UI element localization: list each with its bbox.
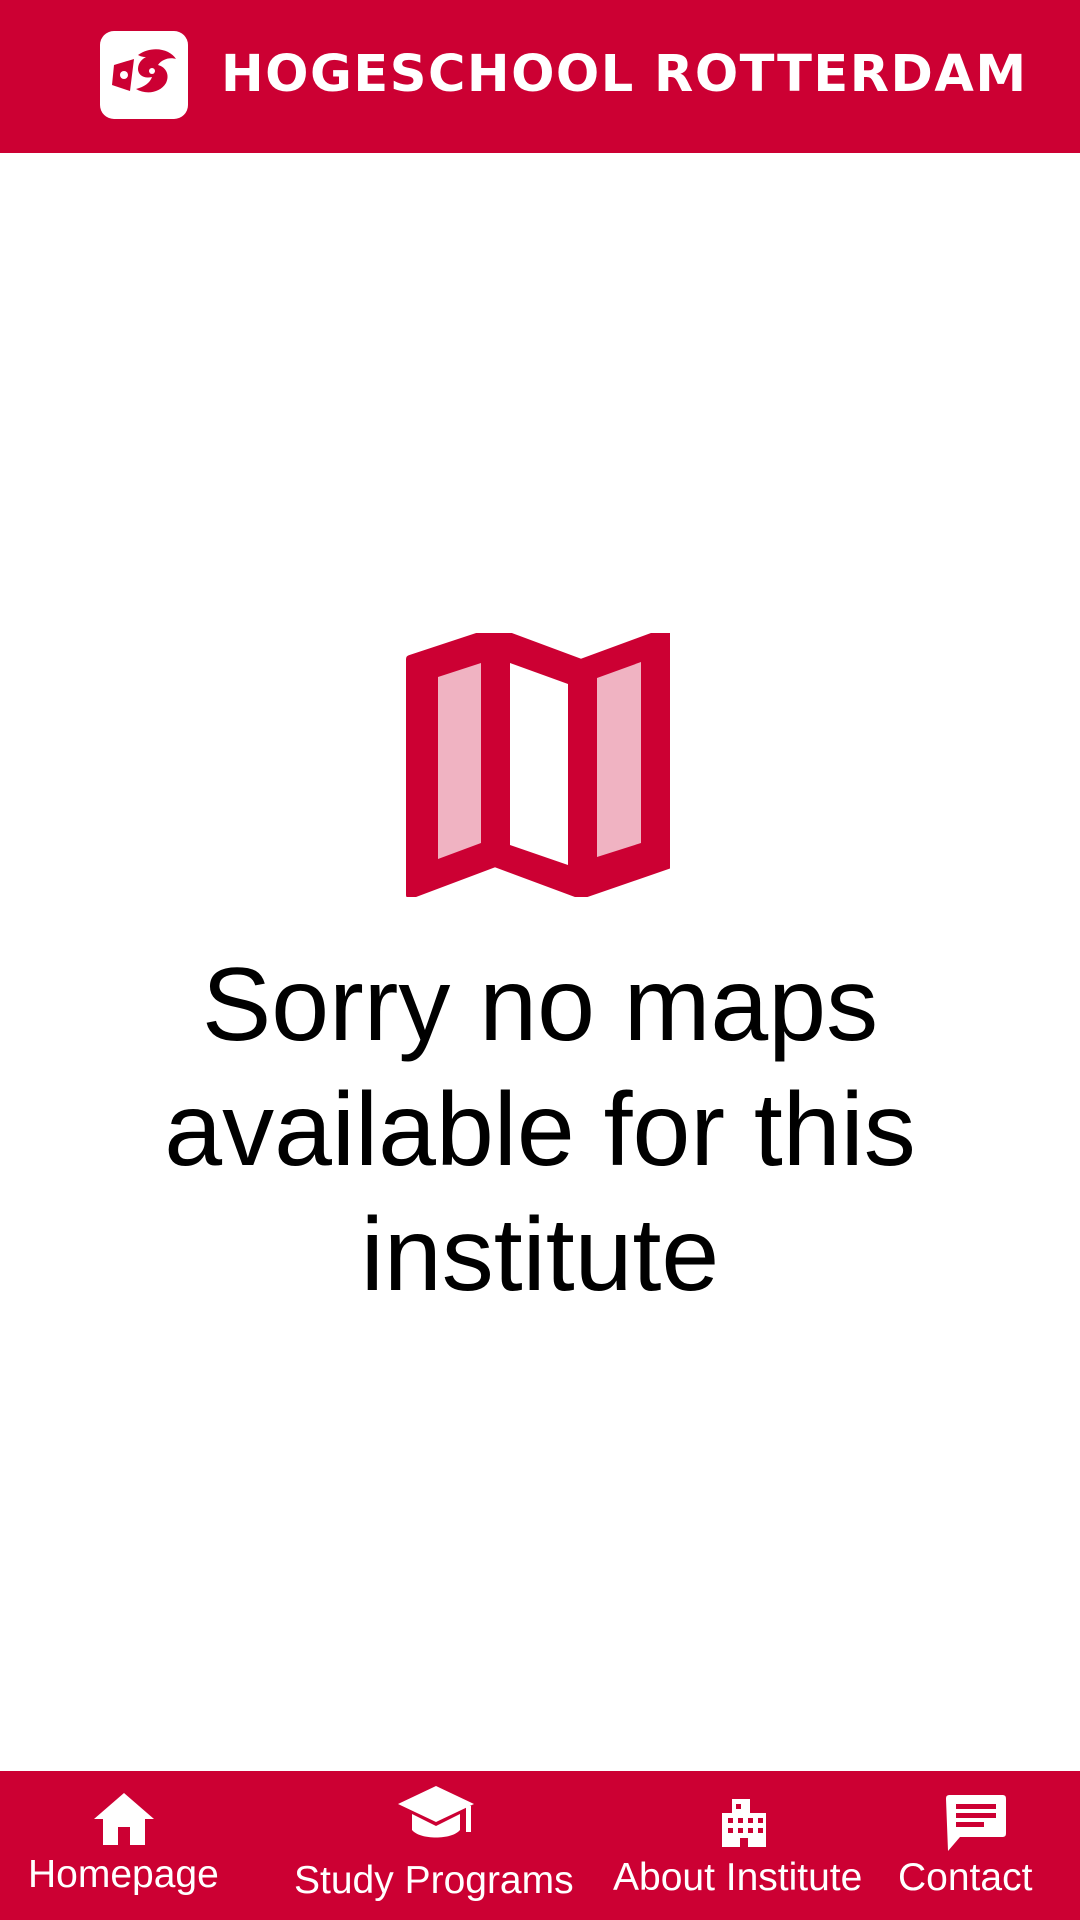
nav-item-about-institute[interactable]: About Institute (605, 1771, 885, 1920)
nav-label-contact: Contact (898, 1856, 1033, 1899)
main-content: Sorry no maps available for this institu… (0, 153, 1080, 1771)
bottom-navigation: Homepage Study Programs About Institute … (0, 1771, 1080, 1920)
nav-item-homepage[interactable]: Homepage (0, 1771, 250, 1920)
app-header: HOGESCHOOL ROTTERDAM (0, 0, 1080, 153)
nav-label-study-programs: Study Programs (294, 1859, 574, 1902)
nav-label-about-institute: About Institute (613, 1856, 863, 1899)
nav-label-homepage: Homepage (28, 1853, 219, 1896)
brand-name: HOGESCHOOL ROTTERDAM (221, 45, 1028, 104)
map-icon (406, 627, 672, 902)
graduation-cap-icon (398, 1786, 474, 1838)
nav-item-study-programs[interactable]: Study Programs (280, 1771, 590, 1920)
building-icon (722, 1799, 766, 1847)
screen: HOGESCHOOL ROTTERDAM Sorry no maps avail… (0, 0, 1080, 1920)
empty-state-message: Sorry no maps available for this institu… (164, 947, 916, 1313)
home-icon (94, 1793, 154, 1845)
chat-icon (946, 1795, 1006, 1851)
nav-item-contact[interactable]: Contact (890, 1771, 1080, 1920)
hogeschool-rotterdam-logo-icon (100, 31, 188, 119)
